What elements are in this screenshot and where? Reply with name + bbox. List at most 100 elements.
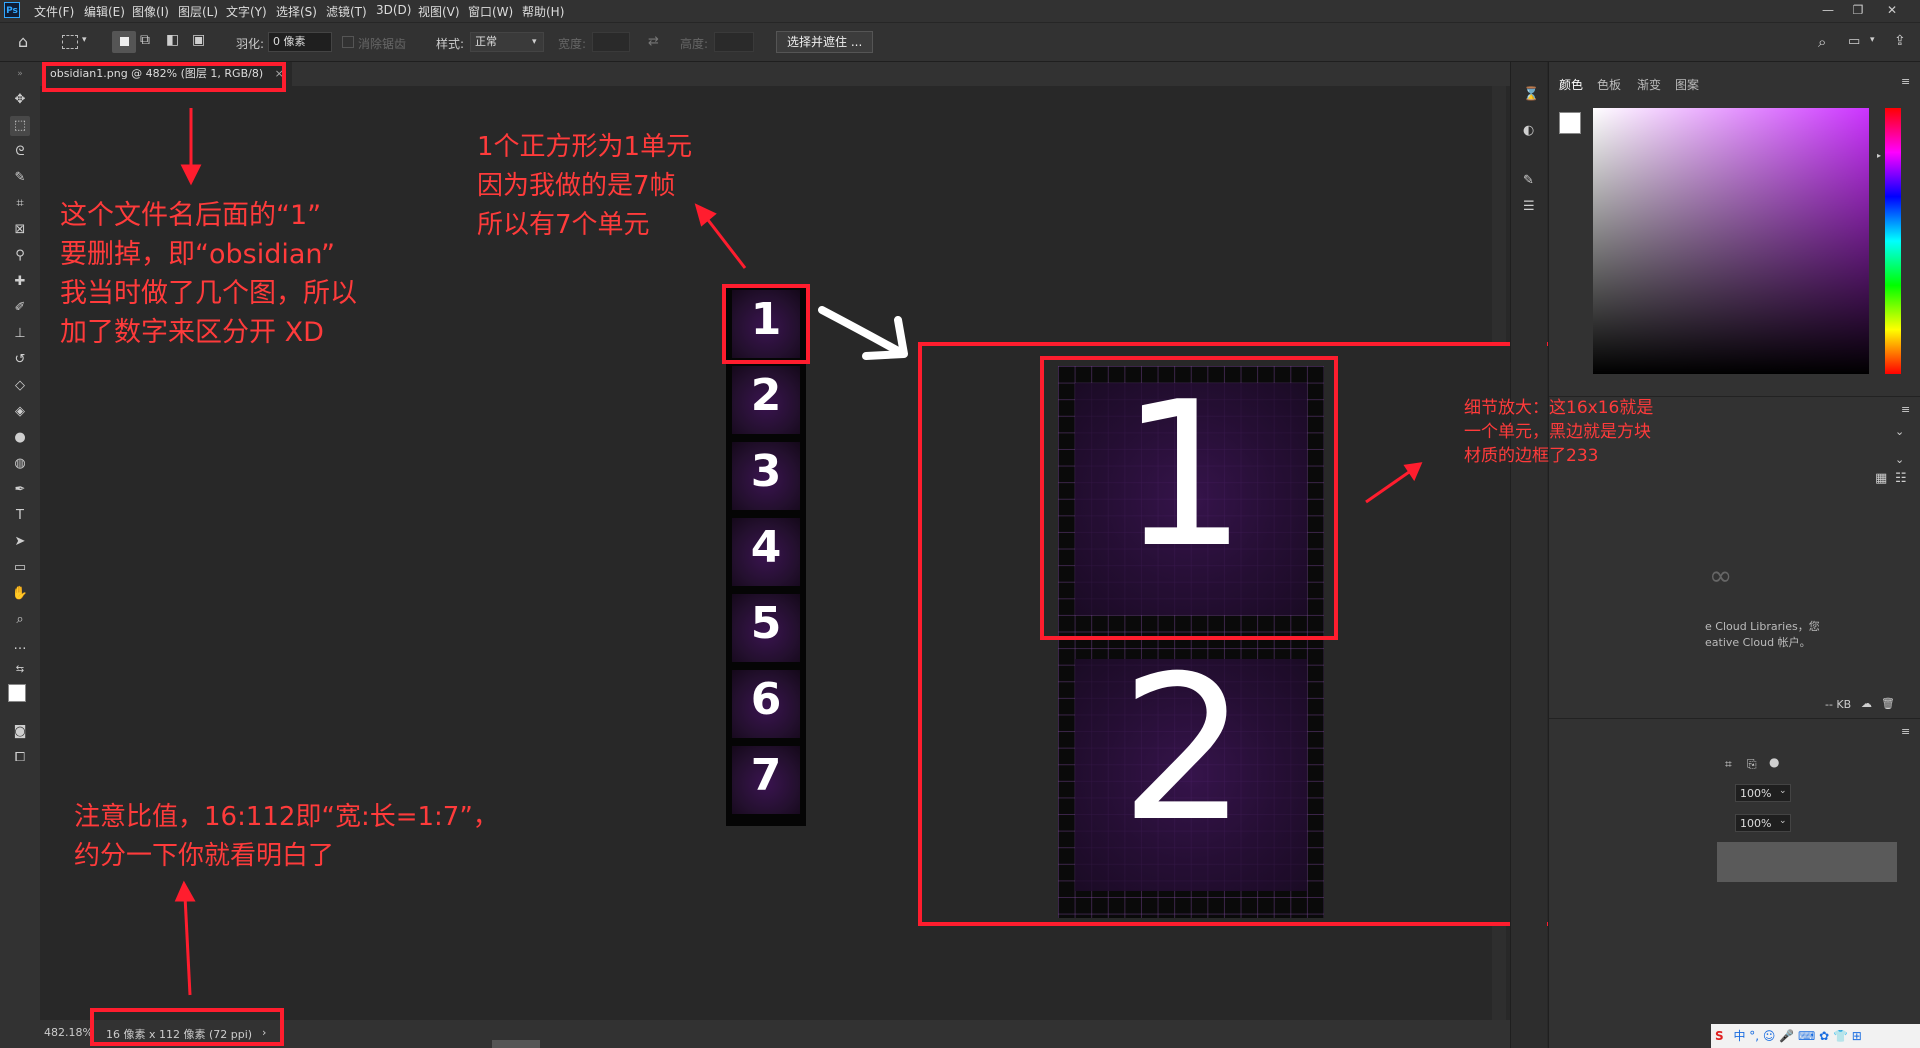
ratio-note: 注意比值，16:112即“宽:长=1:7”， 约分一下你就看明白了 bbox=[74, 802, 499, 871]
menu-filter[interactable]: 滤镜(T) bbox=[326, 3, 367, 20]
chevron-down-icon[interactable]: ⌄ bbox=[1779, 787, 1787, 796]
collapse-icon[interactable]: » bbox=[10, 64, 30, 84]
menu-select[interactable]: 选择(S) bbox=[276, 3, 317, 20]
rectangle-tool-icon[interactable]: ▭ bbox=[10, 558, 30, 578]
ime-mode[interactable]: 中 °, ☺ 🎤 ⌨ ✿ 👕 ⊞ bbox=[1733, 1029, 1861, 1043]
trash-icon[interactable]: 🗑 bbox=[1881, 698, 1895, 709]
subtract-selection-icon[interactable]: ◧ bbox=[166, 33, 179, 47]
menu-3d[interactable]: 3D(D) bbox=[376, 3, 411, 17]
quick-select-tool-icon[interactable]: ✎ bbox=[10, 168, 30, 188]
antialias-checkbox[interactable] bbox=[342, 36, 354, 48]
unit-highlight-box bbox=[1040, 356, 1338, 640]
close-icon[interactable]: ✕ bbox=[1880, 1, 1904, 19]
home-icon[interactable]: ⌂ bbox=[18, 34, 28, 50]
path-select-icon[interactable]: ➤ bbox=[10, 532, 30, 552]
color-picker-field[interactable] bbox=[1593, 108, 1869, 374]
menu-window[interactable]: 窗口(W) bbox=[468, 3, 513, 20]
chevron-down-icon[interactable]: ▾ bbox=[82, 36, 87, 45]
pen-tool-icon[interactable]: ✒ bbox=[10, 480, 30, 500]
quick-mask-icon[interactable]: ◙ bbox=[10, 722, 30, 742]
stamp-tool-icon[interactable]: ⊥ bbox=[10, 324, 30, 344]
tab-color[interactable]: 颜色 bbox=[1559, 76, 1583, 93]
sprite-frame: 2 bbox=[732, 366, 800, 434]
crop-tool-icon[interactable]: ⌗ bbox=[10, 194, 30, 214]
photoshop-logo-icon: Ps bbox=[4, 2, 20, 18]
panel-menu-icon[interactable]: ≡ bbox=[1901, 76, 1910, 87]
adjustments-panel-icon[interactable]: ◐ bbox=[1523, 124, 1534, 137]
dodge-tool-icon[interactable]: ◍ bbox=[10, 454, 30, 474]
screen-mode-icon[interactable]: ⧠ bbox=[10, 748, 30, 768]
minimize-icon[interactable]: — bbox=[1816, 1, 1840, 19]
hue-slider-handle-icon[interactable]: ▸ bbox=[1877, 152, 1881, 160]
width-input[interactable] bbox=[592, 32, 630, 52]
ime-toolbar[interactable]: S 中 °, ☺ 🎤 ⌨ ✿ 👕 ⊞ bbox=[1711, 1024, 1920, 1048]
panel-menu-icon[interactable]: ≡ bbox=[1901, 404, 1910, 415]
lasso-tool-icon[interactable]: ᘓ bbox=[10, 142, 30, 162]
move-tool-icon[interactable]: ✥ bbox=[10, 90, 30, 110]
menu-image[interactable]: 图像(I) bbox=[132, 3, 169, 20]
menu-type[interactable]: 文字(Y) bbox=[226, 3, 267, 20]
frame-tool-icon[interactable]: ⊠ bbox=[10, 220, 30, 240]
menu-view[interactable]: 视图(V) bbox=[418, 3, 460, 20]
tools-panel: » ✥ ⬚ ᘓ ✎ ⌗ ⊠ ⚲ ✚ ✐ ⊥ ↺ ◇ ◈ ● ◍ ✒ T ➤ ▭ … bbox=[0, 62, 41, 1048]
tab-patterns[interactable]: 图案 bbox=[1675, 76, 1699, 93]
menu-file[interactable]: 文件(F) bbox=[34, 3, 74, 20]
libraries-text-line-2: eative Cloud 帐户。 bbox=[1705, 636, 1811, 649]
lock-artboard-icon[interactable]: ⎘ bbox=[1747, 758, 1757, 770]
chevron-down-icon[interactable]: ⌄ bbox=[1895, 426, 1904, 437]
antialias-label: 消除锯齿 bbox=[358, 37, 407, 51]
brushes-panel-icon[interactable]: ✎ bbox=[1523, 174, 1534, 187]
zoom-tool-icon[interactable]: ⌕ bbox=[10, 610, 30, 630]
lock-position-icon[interactable]: ⌗ bbox=[1725, 758, 1732, 770]
panel-divider bbox=[1549, 718, 1920, 719]
properties-panel-icon[interactable]: ☰ bbox=[1523, 200, 1535, 213]
history-brush-icon[interactable]: ↺ bbox=[10, 350, 30, 370]
feather-input[interactable]: 0 像素 bbox=[268, 32, 332, 52]
blur-tool-icon[interactable]: ● bbox=[10, 428, 30, 448]
lock-all-icon[interactable]: ● bbox=[1769, 756, 1779, 768]
menu-edit[interactable]: 编辑(E) bbox=[84, 3, 125, 20]
foreground-color-swatch[interactable] bbox=[8, 684, 26, 702]
eyedropper-tool-icon[interactable]: ⚲ bbox=[10, 246, 30, 266]
panel-menu-icon[interactable]: ≡ bbox=[1901, 726, 1910, 737]
chevron-down-icon: ▾ bbox=[532, 37, 537, 47]
tab-gradients[interactable]: 渐变 bbox=[1637, 76, 1661, 93]
swap-colors-icon[interactable]: ⇆ bbox=[10, 660, 30, 680]
healing-brush-icon[interactable]: ✚ bbox=[10, 272, 30, 292]
intersect-selection-icon[interactable]: ▣ bbox=[192, 33, 205, 47]
share-icon[interactable]: ⇪ bbox=[1894, 34, 1906, 48]
new-selection-icon[interactable] bbox=[112, 31, 136, 53]
horizontal-scroll-thumb[interactable] bbox=[492, 1040, 540, 1048]
layer-row[interactable] bbox=[1717, 842, 1897, 882]
more-tools-icon[interactable]: … bbox=[10, 636, 30, 656]
restore-icon[interactable]: ❐ bbox=[1846, 1, 1870, 19]
type-tool-icon[interactable]: T bbox=[10, 506, 30, 526]
grid-view-icon[interactable]: ▦ bbox=[1875, 472, 1887, 485]
tab-swatches[interactable]: 色板 bbox=[1597, 76, 1621, 93]
swap-icon[interactable]: ⇄ bbox=[648, 35, 659, 48]
add-selection-icon[interactable]: ⧉ bbox=[140, 33, 150, 47]
cloud-sync-icon[interactable]: ☁ bbox=[1861, 698, 1872, 709]
search-icon[interactable]: ⌕ bbox=[1818, 35, 1826, 50]
sogou-icon[interactable]: S bbox=[1715, 1029, 1724, 1043]
menu-help[interactable]: 帮助(H) bbox=[522, 3, 564, 20]
hand-tool-icon[interactable]: ✋ bbox=[10, 584, 30, 604]
paint-bucket-icon[interactable]: ◈ bbox=[10, 402, 30, 422]
foreground-swatch[interactable] bbox=[1559, 112, 1581, 134]
doc-size-highlight-box bbox=[90, 1008, 284, 1046]
chevron-down-icon[interactable]: ▾ bbox=[1870, 36, 1875, 45]
menu-layer[interactable]: 图层(L) bbox=[178, 3, 218, 20]
brush-tool-icon[interactable]: ✐ bbox=[10, 298, 30, 318]
panel-icon-strip: ⌛ ◐ ✎ ☰ bbox=[1510, 62, 1547, 1048]
history-panel-icon[interactable]: ⌛ bbox=[1523, 88, 1539, 101]
chevron-down-icon[interactable]: ⌄ bbox=[1895, 454, 1904, 465]
list-view-icon[interactable]: ☷ bbox=[1895, 472, 1907, 485]
workspace-icon[interactable]: ▭ bbox=[1848, 35, 1860, 48]
chevron-down-icon[interactable]: ⌄ bbox=[1779, 817, 1787, 826]
hue-slider[interactable] bbox=[1885, 108, 1901, 374]
height-input[interactable] bbox=[714, 32, 754, 52]
select-and-mask-button[interactable]: 选择并遮住 ... bbox=[776, 31, 874, 53]
marquee-preset-icon[interactable] bbox=[62, 35, 78, 49]
eraser-tool-icon[interactable]: ◇ bbox=[10, 376, 30, 396]
marquee-tool-icon[interactable]: ⬚ bbox=[10, 116, 30, 136]
